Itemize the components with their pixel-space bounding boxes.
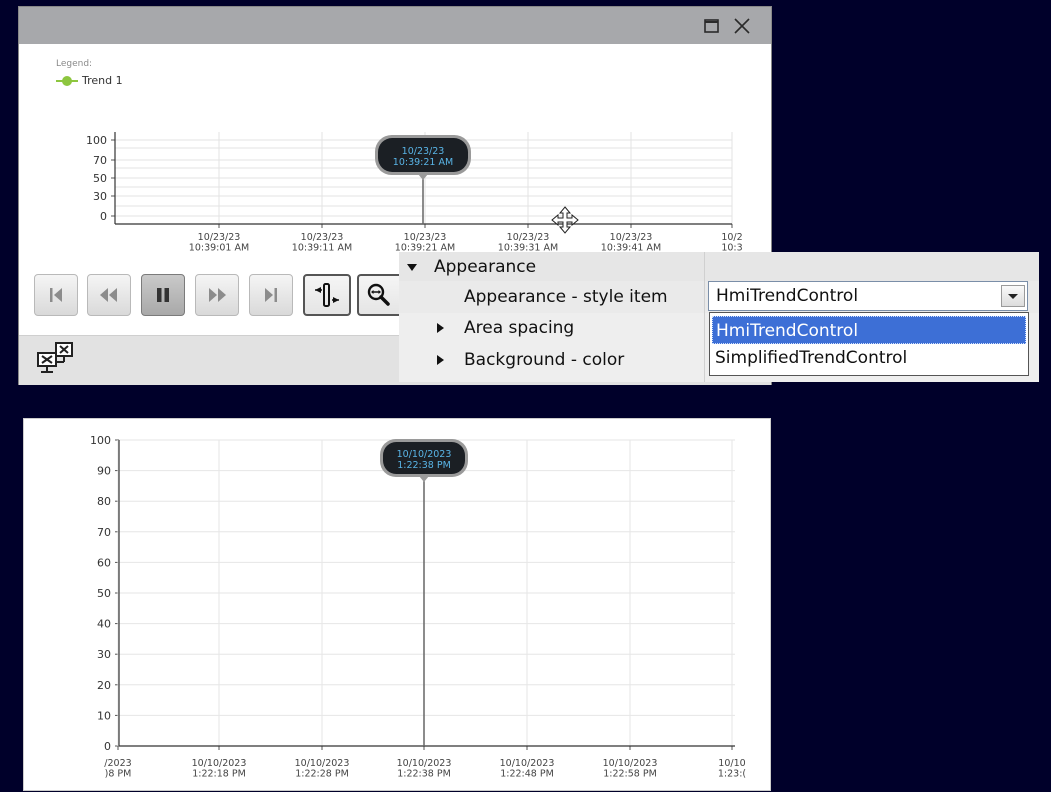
- y-tick-label: 90: [97, 465, 111, 478]
- y-tick-label: 70: [97, 526, 111, 539]
- properties-panel: Appearance Appearance - style item Area …: [399, 252, 1039, 382]
- property-group-label: Appearance: [434, 257, 537, 277]
- select-value: HmiTrendControl: [716, 286, 859, 306]
- y-tick-label: 10: [97, 709, 111, 722]
- x-tick-label-time: )8 PM: [105, 769, 132, 780]
- zoom-button[interactable]: [357, 274, 399, 316]
- y-tick-label: 100: [90, 434, 111, 447]
- collapse-arrow-icon[interactable]: [407, 264, 417, 271]
- y-tick-label: 80: [97, 495, 111, 508]
- forward-icon: [209, 288, 226, 302]
- ruler-tooltip-time: 10:39:21 AM: [393, 157, 453, 168]
- y-tick-label: 40: [97, 618, 111, 631]
- ruler-tooltip-date: 10/23/23: [402, 146, 445, 157]
- property-label: Area spacing: [464, 318, 575, 338]
- x-tick-label-date: 10/23/23: [198, 232, 241, 243]
- x-tick-label-time: 10:39:01 AM: [189, 243, 249, 254]
- x-tick-label-date: 10/23/23: [404, 232, 447, 243]
- x-tick-label-time: 1:22:58 PM: [603, 769, 657, 780]
- ruler-tooltip-date: 10/10/2023: [397, 449, 452, 460]
- x-tick-label-time: 1:22:18 PM: [192, 769, 246, 780]
- y-tick-label: 70: [93, 154, 107, 167]
- y-tick-label: 30: [93, 190, 107, 203]
- ruler-icon: [315, 283, 339, 307]
- chevron-down-icon[interactable]: [1001, 285, 1025, 307]
- column-divider: [704, 252, 705, 382]
- bottom-trend-plot[interactable]: 1009080706050403020100/2023)8 PM10/10/20…: [24, 419, 770, 790]
- window-titlebar[interactable]: [19, 7, 771, 44]
- rewind-button[interactable]: [87, 274, 131, 316]
- x-tick-label-time: 1:23:(: [718, 769, 746, 780]
- ruler-tooltip-pointer: [419, 476, 429, 482]
- x-tick-label-date: 10/10/2023: [603, 758, 658, 769]
- y-tick-label: 50: [97, 587, 111, 600]
- x-tick-label-date: 10/23/23: [610, 232, 653, 243]
- x-tick-label-date: 10/10/2023: [295, 758, 350, 769]
- y-tick-label: 20: [97, 679, 111, 692]
- x-tick-label-date: 10/10: [718, 758, 745, 769]
- maximize-icon[interactable]: [701, 15, 723, 37]
- forward-button[interactable]: [195, 274, 239, 316]
- x-tick-label-date: 10/10/2023: [500, 758, 555, 769]
- top-trend-plot[interactable]: 100705030010/23/2310:39:01 AM10/23/2310:…: [19, 44, 771, 274]
- x-tick-label-date: /2023: [104, 758, 131, 769]
- property-label: Background - color: [464, 350, 625, 370]
- rewind-icon: [100, 288, 117, 302]
- expand-arrow-icon[interactable]: [437, 323, 444, 333]
- expand-arrow-icon[interactable]: [437, 355, 444, 365]
- x-tick-label-date: 10/23/23: [507, 232, 550, 243]
- y-tick-label: 50: [93, 172, 107, 185]
- x-tick-label-date: 10/10/2023: [397, 758, 452, 769]
- zoom-icon: [367, 283, 390, 306]
- move-cursor-icon: [551, 206, 579, 234]
- first-button[interactable]: [34, 274, 78, 316]
- pause-icon: [157, 288, 169, 302]
- property-label: Appearance - style item: [464, 287, 668, 307]
- x-tick-label-time: 1:22:28 PM: [295, 769, 349, 780]
- close-icon[interactable]: [731, 15, 753, 37]
- last-icon: [265, 288, 277, 302]
- style-item-dropdown: HmiTrendControl SimplifiedTrendControl: [709, 312, 1029, 376]
- dropdown-option-hmi-trend-control[interactable]: HmiTrendControl: [712, 316, 1026, 344]
- simplified-trend-control-window: 100 90 80 70 60 50 40 30 20 10 0/2023)8 PM 10/10/20…: [23, 418, 771, 791]
- x-tick-label-time: 1:22:48 PM: [500, 769, 554, 780]
- y-tick-label: 100: [86, 134, 107, 147]
- network-disconnected-icon[interactable]: [36, 341, 76, 377]
- y-tick-label: 0: [100, 210, 107, 223]
- x-tick-label-date: 10/23/23: [301, 232, 344, 243]
- y-tick-label: 30: [97, 648, 111, 661]
- x-tick-label-date: 10/10/2023: [192, 758, 247, 769]
- ruler-tooltip-pointer: [418, 174, 428, 180]
- first-icon: [50, 288, 62, 302]
- dropdown-option-simplified-trend-control[interactable]: SimplifiedTrendControl: [712, 344, 1026, 372]
- x-tick-label-date: 10/2: [721, 232, 742, 243]
- style-item-select[interactable]: HmiTrendControl: [708, 281, 1028, 311]
- y-tick-label: 0: [104, 740, 111, 753]
- property-group-appearance[interactable]: Appearance: [399, 252, 1039, 284]
- y-tick-label: 60: [97, 556, 111, 569]
- x-tick-label-time: 10:39:11 AM: [292, 243, 352, 254]
- ruler-tooltip-time: 1:22:38 PM: [397, 460, 451, 471]
- pause-button[interactable]: [141, 274, 185, 316]
- ruler-button[interactable]: [303, 274, 351, 316]
- last-button[interactable]: [249, 274, 293, 316]
- x-tick-label-time: 1:22:38 PM: [397, 769, 451, 780]
